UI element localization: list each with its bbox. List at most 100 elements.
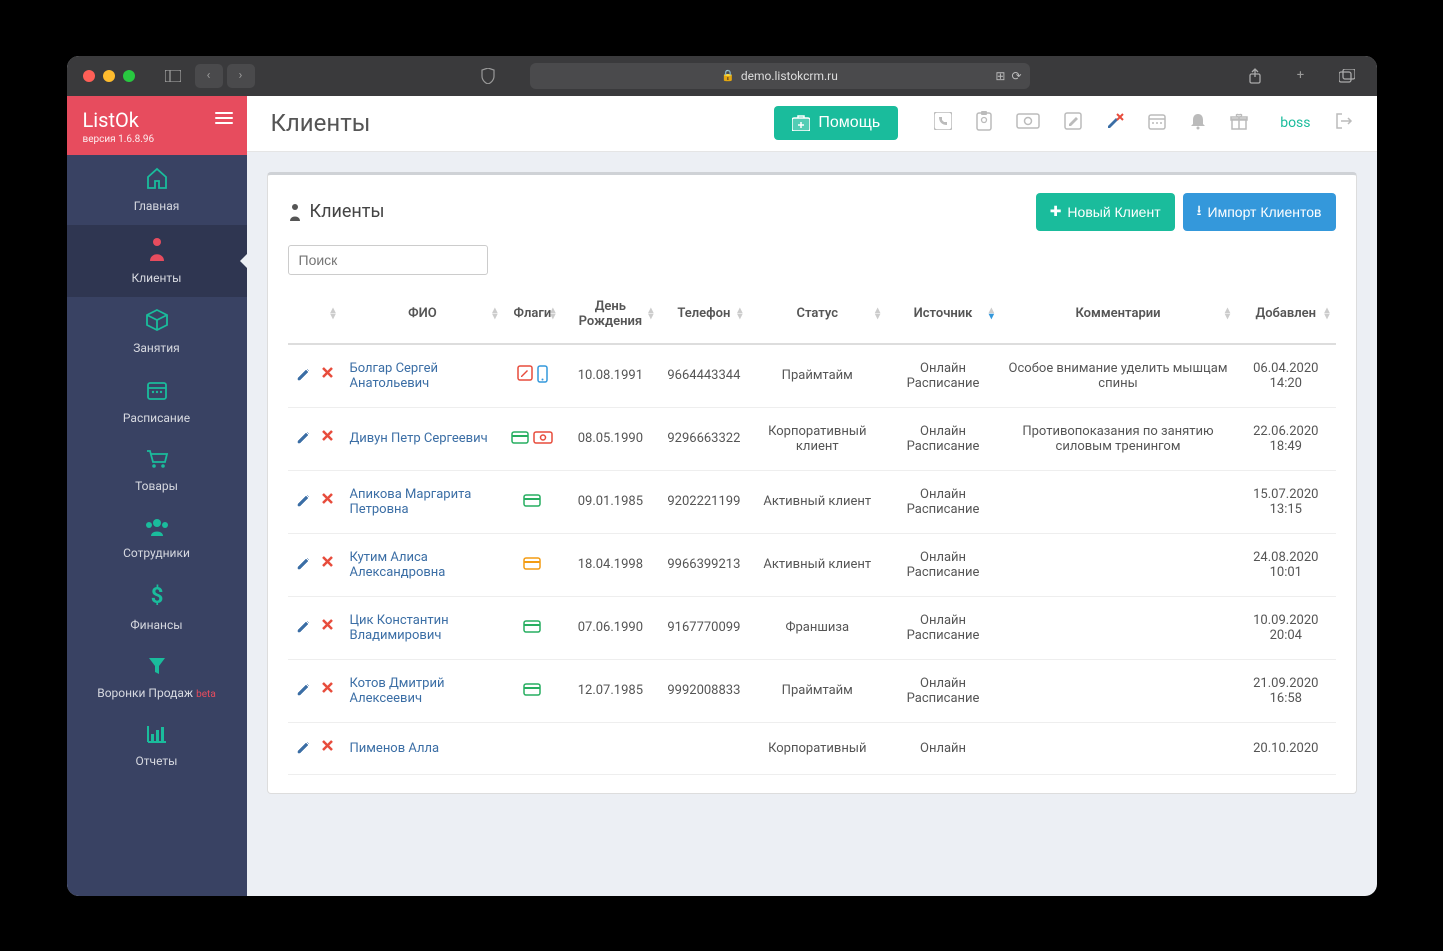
sidebar-item-users[interactable]: Сотрудники [67, 505, 247, 572]
sidebar-item-box[interactable]: Занятия [67, 297, 247, 367]
client-name-link[interactable]: Болгар Сергей Анатольевич [350, 361, 438, 391]
delete-row-icon[interactable] [321, 739, 334, 758]
cell-comment [1000, 470, 1236, 533]
panel-actions: ✚ Новый Клиент ⭳ Импорт Клиентов [1036, 193, 1336, 231]
table-row: Дивун Петр Сергеевич 08.05.1990 92966633… [288, 407, 1336, 470]
cell-status: Активный клиент [748, 470, 886, 533]
edit-row-icon[interactable] [296, 429, 311, 448]
delete-row-icon[interactable] [321, 555, 334, 574]
calendar-icon [146, 379, 168, 407]
cell-dob [561, 722, 659, 774]
client-name-link[interactable]: Цик Константин Владимирович [350, 613, 449, 643]
logout-icon[interactable] [1335, 113, 1353, 134]
client-name-link[interactable]: Котов Дмитрий Алексеевич [350, 676, 445, 706]
person-icon [148, 237, 166, 267]
panel-header: Клиенты ✚ Новый Клиент ⭳ Импорт Клиентов [288, 193, 1336, 231]
cell-added: 22.06.2020 18:49 [1236, 407, 1335, 470]
sidebar-item-label: Финансы [130, 618, 182, 632]
minimize-window-icon[interactable] [103, 70, 115, 82]
cell-source: Онлайн Расписание [886, 659, 1000, 722]
menu-toggle-icon[interactable] [215, 112, 233, 124]
delete-row-icon[interactable] [321, 681, 334, 700]
cell-status: Активный клиент [748, 533, 886, 596]
sidebar-item-dollar[interactable]: $ Финансы [67, 572, 247, 644]
import-clients-button[interactable]: ⭳ Импорт Клиентов [1183, 193, 1336, 231]
bell-icon[interactable] [1190, 112, 1206, 135]
search-input[interactable] [288, 245, 488, 275]
cell-source: Онлайн Расписание [886, 344, 1000, 408]
phone-icon[interactable] [934, 112, 952, 135]
client-name-link[interactable]: Апикова Маргарита Петровна [350, 487, 472, 517]
tabs-icon[interactable] [1333, 64, 1361, 88]
sidebar-item-chart[interactable]: Отчеты [67, 712, 247, 780]
card-green-icon [511, 430, 529, 448]
user-name[interactable]: boss [1280, 115, 1310, 131]
reader-icon[interactable]: ⊞ [995, 69, 1005, 83]
cell-status: Праймтайм [748, 659, 886, 722]
person-icon [288, 203, 302, 221]
edit-row-icon[interactable] [296, 492, 311, 511]
column-header[interactable]: Добавлен▴▾ [1236, 285, 1335, 344]
column-header[interactable]: Комментарии▴▾ [1000, 285, 1236, 344]
sidebar-toggle-icon[interactable] [159, 64, 187, 88]
edit-row-icon[interactable] [296, 681, 311, 700]
column-header[interactable]: Флаги▴▾ [503, 285, 561, 344]
cell-source: Онлайн [886, 722, 1000, 774]
edit-row-icon[interactable] [296, 739, 311, 758]
column-header[interactable]: Источник▴▾ [886, 285, 1000, 344]
sidebar-item-person[interactable]: Клиенты [67, 225, 247, 297]
sidebar-item-home[interactable]: Главная [67, 155, 247, 225]
cell-phone: 9664443344 [659, 344, 748, 408]
cell-source: Онлайн Расписание [886, 407, 1000, 470]
delete-row-icon[interactable] [321, 366, 334, 385]
table-body: Болгар Сергей Анатольевич 10.08.1991 966… [288, 344, 1336, 775]
cell-added: 15.07.2020 13:15 [1236, 470, 1335, 533]
column-header[interactable]: ▴▾ [288, 285, 342, 344]
brand-name: ListOk [83, 108, 231, 132]
badge-icon[interactable] [976, 111, 992, 136]
edit-row-icon[interactable] [296, 555, 311, 574]
edit-row-icon[interactable] [296, 618, 311, 637]
column-header[interactable]: Телефон▴▾ [659, 285, 748, 344]
maximize-window-icon[interactable] [123, 70, 135, 82]
client-name-link[interactable]: Дивун Петр Сергеевич [350, 431, 488, 446]
client-name-link[interactable]: Кутим Алиса Александровна [350, 550, 446, 580]
delete-row-icon[interactable] [321, 618, 334, 637]
cell-phone: 9296663322 [659, 407, 748, 470]
sidebar-item-funnel[interactable]: Воронки Продажbeta [67, 644, 247, 712]
sidebar-item-label: Клиенты [132, 271, 182, 285]
new-tab-icon[interactable]: + [1287, 64, 1315, 88]
table-row: Болгар Сергей Анатольевич 10.08.1991 966… [288, 344, 1336, 408]
close-window-icon[interactable] [83, 70, 95, 82]
column-header[interactable]: День Рождения▴▾ [561, 285, 659, 344]
brand-header: ListOk версия 1.6.8.96 [67, 96, 247, 155]
delete-row-icon[interactable] [321, 429, 334, 448]
delete-row-icon[interactable] [321, 492, 334, 511]
window-controls [83, 70, 135, 82]
calendar-icon[interactable] [1148, 112, 1166, 135]
content-area: Клиенты ✚ Новый Клиент ⭳ Импорт Клиентов [247, 152, 1377, 896]
edit-row-icon[interactable] [296, 366, 311, 385]
help-button[interactable]: Помощь [774, 106, 898, 140]
sidebar-item-calendar[interactable]: Расписание [67, 367, 247, 437]
edit-note-icon[interactable] [1064, 112, 1082, 135]
users-icon [144, 517, 170, 542]
money-icon[interactable] [1016, 113, 1040, 134]
edit-cancel-icon[interactable] [1106, 112, 1124, 135]
client-name-link[interactable]: Пименов Алла [350, 741, 440, 756]
cell-source: Онлайн Расписание [886, 470, 1000, 533]
cell-status: Праймтайм [748, 344, 886, 408]
table-row: Пименов Алла Корпоративный Онлайн 20.10.… [288, 722, 1336, 774]
address-bar[interactable]: 🔒 demo.listokcrm.ru ⊞ ⟳ [530, 63, 1030, 89]
column-header[interactable]: ФИО▴▾ [342, 285, 504, 344]
sidebar-item-cart[interactable]: Товары [67, 437, 247, 505]
gift-icon[interactable] [1230, 112, 1248, 135]
new-client-button[interactable]: ✚ Новый Клиент [1036, 193, 1175, 231]
help-label: Помощь [818, 114, 880, 132]
reload-icon[interactable]: ⟳ [1011, 69, 1021, 83]
column-header[interactable]: Статус▴▾ [748, 285, 886, 344]
privacy-shield-icon[interactable] [474, 64, 502, 88]
back-button[interactable]: ‹ [195, 64, 223, 88]
forward-button[interactable]: › [227, 64, 255, 88]
share-icon[interactable] [1241, 64, 1269, 88]
